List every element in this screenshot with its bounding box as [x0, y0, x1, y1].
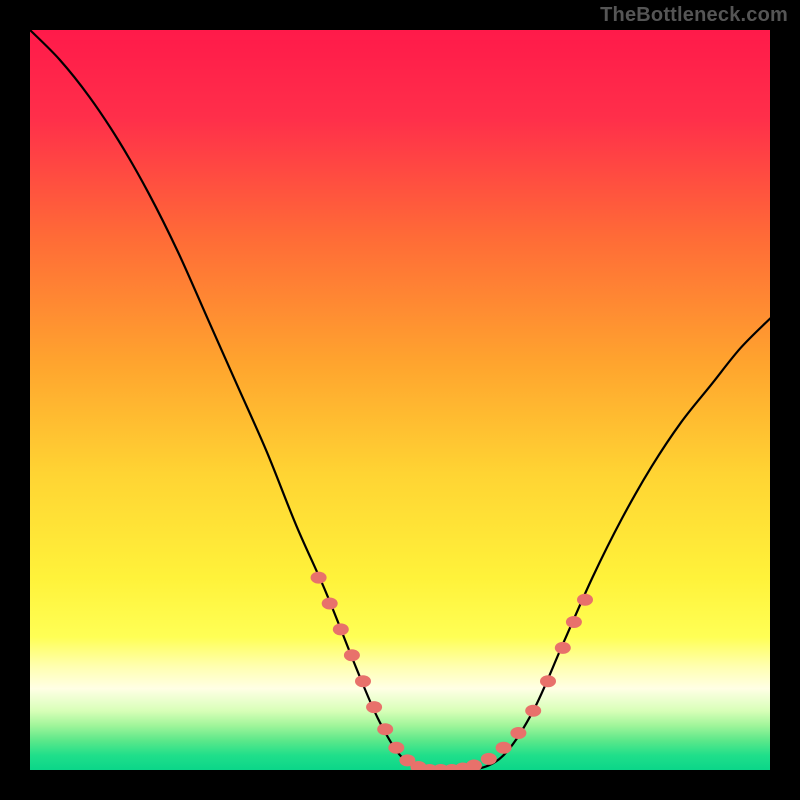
- bottleneck-curve: [30, 30, 770, 770]
- highlight-dot: [344, 649, 360, 661]
- watermark-text: TheBottleneck.com: [600, 4, 788, 27]
- highlight-dot: [525, 705, 541, 717]
- highlight-dot: [366, 701, 382, 713]
- chart-frame: TheBottleneck.com: [0, 0, 800, 800]
- curve-overlay: [30, 30, 770, 770]
- highlight-dot: [466, 760, 482, 770]
- highlight-dot: [355, 675, 371, 687]
- highlight-dot: [322, 598, 338, 610]
- highlight-dot: [481, 753, 497, 765]
- highlight-dot: [555, 642, 571, 654]
- highlight-dot: [496, 742, 512, 754]
- highlight-dot: [577, 594, 593, 606]
- highlight-dot: [377, 723, 393, 735]
- highlight-dot: [540, 675, 556, 687]
- plot-area: [30, 30, 770, 770]
- highlight-dot: [388, 742, 404, 754]
- highlight-dot: [566, 616, 582, 628]
- highlight-dot: [311, 572, 327, 584]
- highlight-dot: [510, 727, 526, 739]
- highlight-dot: [333, 623, 349, 635]
